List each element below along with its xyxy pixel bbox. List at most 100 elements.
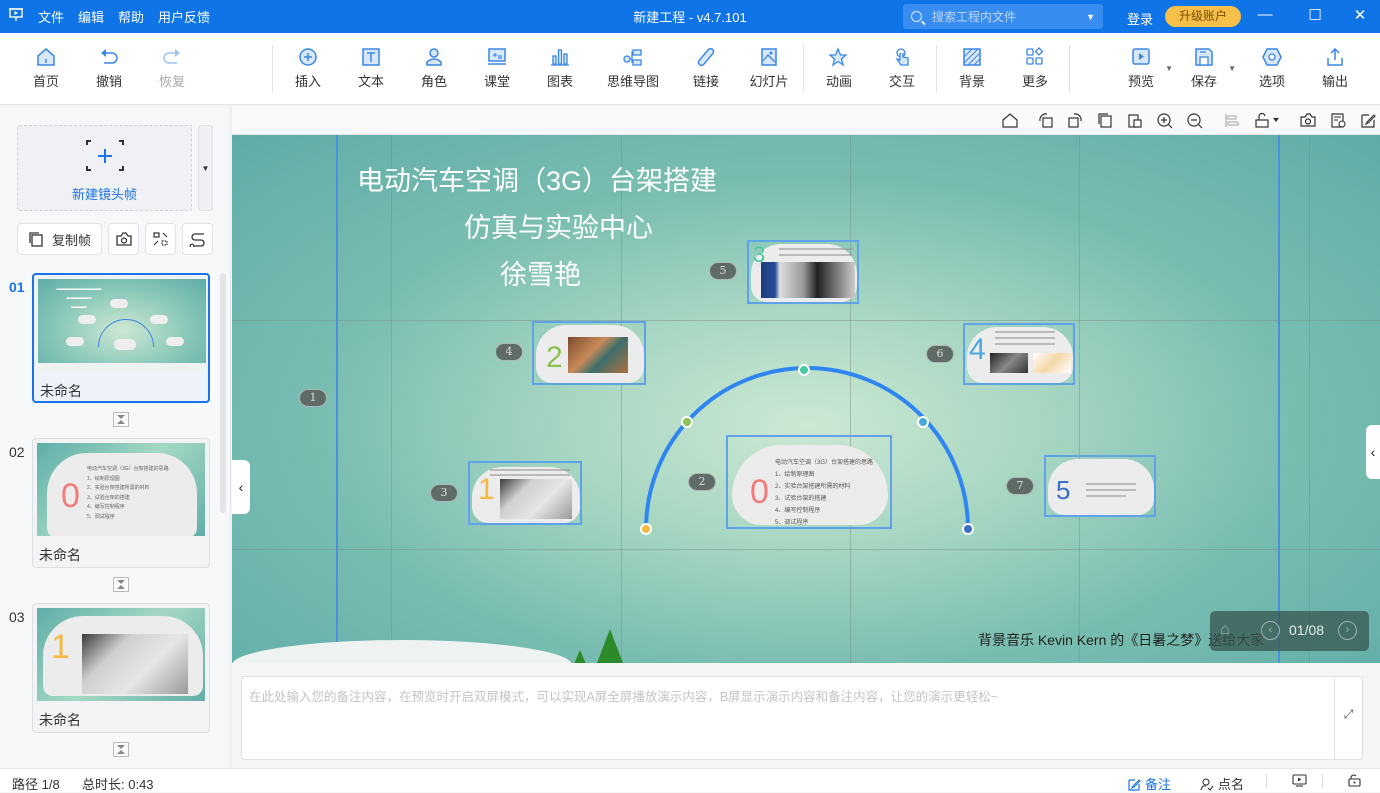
close-button[interactable]: ✕ (1350, 6, 1370, 24)
rollcall-button[interactable]: 点名 (1200, 774, 1244, 793)
undo-button[interactable]: 撤销 (79, 47, 139, 90)
rotate-right-icon[interactable] (1066, 112, 1084, 129)
more-button[interactable]: 更多 (1005, 47, 1065, 90)
upgrade-button[interactable]: 升级账户 (1165, 6, 1241, 27)
slide-button[interactable]: 幻灯片 (739, 47, 799, 90)
copy-frame-button[interactable]: 复制帧 (17, 223, 102, 255)
unlock-icon[interactable] (1347, 774, 1362, 790)
expand-icon[interactable]: ⤢ (1334, 677, 1362, 759)
chevron-down-icon[interactable]: ▼ (1086, 12, 1095, 22)
thumb-snow (38, 363, 206, 372)
path-badge[interactable]: 7 (1006, 477, 1034, 495)
path-badge[interactable]: 5 (709, 262, 737, 280)
thumb-cloud (150, 315, 168, 324)
cloud-frame-5[interactable]: 5 (1044, 455, 1156, 517)
text-label: 文本 (357, 74, 384, 89)
cloud-frame-2[interactable]: 2 (532, 321, 646, 385)
paste-icon[interactable] (1126, 112, 1144, 129)
zoom-out-icon[interactable] (1186, 112, 1204, 129)
copy-icon[interactable] (1096, 112, 1114, 129)
text-button[interactable]: 文本 (341, 47, 401, 90)
frame-thumbnail-02[interactable]: 0 电动汽车空调（3G）台架搭建的思路 1、绘制原理图 2、实验台架搭建所需的材… (32, 438, 210, 568)
next-frame-button[interactable]: › (1338, 621, 1357, 640)
previous-frame-button[interactable]: ‹ (1261, 621, 1280, 640)
screenshot-icon[interactable] (1299, 112, 1317, 129)
notes-toggle[interactable]: 备注 (1128, 774, 1171, 793)
cloud-frame-3[interactable]: 3 (747, 240, 859, 304)
redo-button[interactable]: 恢复 (142, 47, 202, 90)
frame-thumbnail-03[interactable]: 1 未命名 (32, 603, 210, 733)
home-button[interactable]: 首页 (16, 47, 76, 90)
new-frame-button[interactable]: 新建镜头帧 (17, 125, 192, 211)
status-divider (1322, 774, 1323, 788)
preview-icon (1130, 47, 1152, 67)
slide-canvas[interactable]: 电动汽车空调（3G）台架搭建 仿真与实验中心 徐雪艳 1 2 3 4 5 6 7… (232, 135, 1380, 663)
lock-icon[interactable] (1254, 112, 1282, 129)
rotate-left-icon[interactable] (1037, 112, 1055, 129)
align-icon[interactable] (1223, 112, 1241, 129)
preview-button[interactable]: 预览 ▼ (1111, 47, 1173, 90)
thumb-line: 3、试验台架的搭建 (87, 494, 130, 501)
cloud-text (779, 248, 853, 250)
presentation-icon[interactable] (0, 8, 32, 25)
frame-thumbnail-01[interactable]: ▬▬▬▬▬▬▬▬▬ ▬▬▬▬▬ ▬▬▬ 未命名 (32, 273, 210, 403)
new-frame-dropdown[interactable]: ▼ (198, 125, 213, 211)
schedule-icon[interactable] (1329, 112, 1347, 129)
menu-file[interactable]: 文件 (38, 7, 64, 26)
interaction-button[interactable]: 交互 (872, 47, 932, 90)
save-dropdown-icon[interactable]: ▼ (1228, 64, 1236, 73)
path-button[interactable] (182, 223, 213, 255)
cloud-frame-1[interactable]: 1 (468, 461, 582, 525)
menu-feedback[interactable]: 用户反馈 (158, 7, 210, 26)
minimize-button[interactable]: — (1255, 6, 1275, 23)
edit-icon[interactable] (1359, 112, 1377, 129)
cloud-frame-0[interactable]: 0 电动汽车空调（3G）台架搭建的思路 1、绘制原理图 2、实验台架搭建所需的材… (726, 435, 892, 529)
path-badge[interactable]: 4 (495, 343, 523, 361)
chart-button[interactable]: 图表 (530, 47, 590, 90)
sidebar-scrollbar[interactable] (220, 273, 226, 513)
camera-button[interactable] (108, 223, 139, 255)
maximize-button[interactable]: ☐ (1305, 6, 1325, 24)
main-toolbar: 首页 撤销 恢复 插入 文本 角色 课堂 图表 思维导图 链接 幻灯片 动画 交… (0, 33, 1380, 105)
home-icon[interactable]: ⌂ (1220, 621, 1238, 639)
export-label: 输出 (1321, 74, 1348, 89)
notes-toggle-label: 备注 (1145, 777, 1172, 792)
background-button[interactable]: 背景 (942, 47, 1002, 90)
cloud-frame-4[interactable]: 4 (963, 323, 1075, 385)
transition-icon[interactable] (113, 742, 129, 757)
path-badge[interactable]: 3 (430, 484, 458, 502)
collapse-sidebar-button[interactable]: ‹ (232, 460, 250, 514)
animation-button[interactable]: 动画 (809, 47, 869, 90)
home-icon[interactable] (1001, 112, 1019, 129)
menu-help[interactable]: 帮助 (118, 7, 144, 26)
mindmap-button[interactable]: 思维导图 (598, 47, 668, 90)
link-button[interactable]: 链接 (676, 47, 736, 90)
new-frame-label: 新建镜头帧 (71, 187, 137, 202)
menu-edit[interactable]: 编辑 (78, 7, 104, 26)
cloud-line: 2、实验台架搭建所需的材料 (775, 484, 851, 490)
presenter-view-icon[interactable] (1292, 774, 1307, 790)
transition-icon[interactable] (113, 577, 129, 592)
character-button[interactable]: 角色 (404, 47, 464, 90)
expand-right-panel-button[interactable]: ‹ (1366, 425, 1380, 479)
save-button[interactable]: 保存 ▼ (1174, 47, 1236, 90)
transition-icon[interactable] (113, 412, 129, 427)
export-button[interactable]: 输出 (1305, 47, 1365, 90)
search-input[interactable]: 搜索工程内文件 ▼ (903, 4, 1103, 29)
zoom-in-icon[interactable] (1156, 112, 1174, 129)
undo-icon (98, 47, 120, 67)
path-badge[interactable]: 6 (926, 345, 954, 363)
fit-frame-button[interactable] (145, 223, 176, 255)
notes-input[interactable] (242, 677, 1336, 759)
copy-frame-label: 复制帧 (51, 232, 91, 248)
insert-button[interactable]: 插入 (278, 47, 338, 90)
more-label: 更多 (1021, 74, 1048, 89)
path-badge[interactable]: 2 (688, 473, 716, 491)
export-icon (1324, 47, 1346, 67)
path-badge[interactable]: 1 (299, 389, 327, 407)
path-indicator: 路径 1/8 (12, 777, 60, 792)
options-button[interactable]: 选项 (1242, 47, 1302, 90)
login-button[interactable]: 登录 (1127, 9, 1153, 28)
classroom-button[interactable]: 课堂 (467, 47, 527, 90)
preview-dropdown-icon[interactable]: ▼ (1165, 64, 1173, 73)
